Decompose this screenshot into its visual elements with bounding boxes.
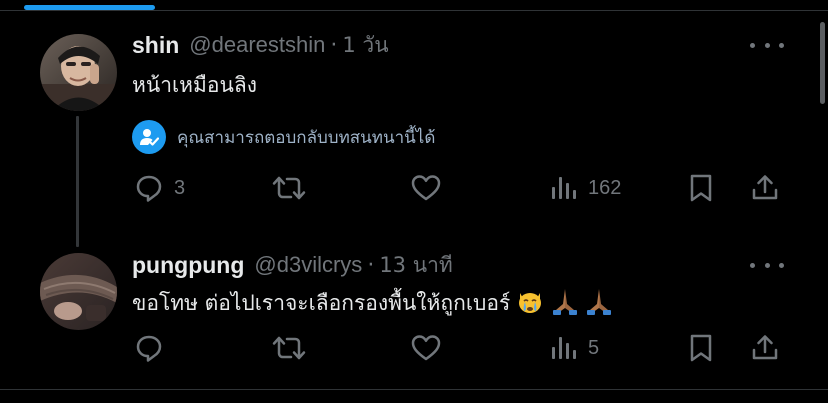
bookmark-icon [690, 334, 712, 362]
tweet-header: shin @dearestshin · 1 วัน [132, 30, 389, 60]
bookmark-button[interactable] [688, 168, 714, 208]
bookmark-icon [690, 174, 712, 202]
like-button[interactable] [410, 168, 452, 208]
timestamp[interactable]: 13 นาที [379, 249, 452, 282]
more-dot [750, 262, 755, 268]
tweet-header: pungpung @d3vilcrys · 13 นาที [132, 250, 453, 280]
retweet-icon [272, 336, 306, 360]
more-dot [750, 42, 755, 48]
share-icon [752, 175, 778, 200]
retweet-icon [272, 176, 306, 200]
more-options-button[interactable] [750, 255, 784, 275]
more-options-button[interactable] [750, 35, 784, 55]
more-dot [764, 42, 770, 48]
tweet-text: ขอโทษ ต่อไปเราจะเลือกรองพื้นให้ถูกเบอร์ [132, 290, 511, 315]
views-count: 5 [588, 336, 600, 359]
reply-button[interactable]: 3 [134, 168, 185, 208]
more-dot [764, 262, 770, 268]
thread-view: shin @dearestshin · 1 วัน หน้าเหมือนลิง … [0, 0, 828, 403]
retweet-button[interactable] [272, 168, 316, 208]
reply-button[interactable] [134, 328, 174, 368]
views-chart-icon [552, 337, 576, 359]
display-name[interactable]: shin [132, 32, 179, 59]
tweet-body: ขอโทษ ต่อไปเราจะเลือกรองพื้นให้ถูกเบอร์ [132, 286, 614, 320]
scrollbar[interactable] [820, 22, 825, 104]
more-dot [779, 42, 784, 48]
divider [0, 10, 828, 11]
tweet-actions: 3 162 [0, 168, 828, 208]
retweet-button[interactable] [272, 328, 316, 368]
reply-icon [136, 335, 162, 362]
like-button[interactable] [410, 328, 452, 368]
share-button[interactable] [750, 328, 780, 368]
divider [0, 389, 828, 390]
crying-cat-face-icon [516, 287, 544, 320]
display-name[interactable]: pungpung [132, 252, 244, 279]
reply-count: 3 [174, 176, 186, 199]
folded-hands-icon [584, 286, 614, 321]
reply-note-text: คุณสามารถตอบกลับบทสนทนานี้ได้ [177, 127, 436, 148]
folded-hands-icon [550, 286, 580, 321]
views-button[interactable]: 5 [550, 328, 599, 368]
tweet-actions: 5 [0, 328, 828, 368]
heart-icon [411, 175, 441, 201]
separator-dot: · [367, 252, 375, 278]
timestamp[interactable]: 1 วัน [342, 29, 388, 62]
heart-icon [411, 335, 441, 361]
more-dot [779, 262, 784, 268]
reply-permission-note: คุณสามารถตอบกลับบทสนทนานี้ได้ [132, 119, 435, 155]
share-button[interactable] [750, 168, 780, 208]
share-icon [752, 335, 778, 360]
user-handle[interactable]: @d3vilcrys [254, 252, 362, 278]
reply-icon [136, 175, 162, 202]
views-count: 162 [588, 176, 622, 199]
person-check-icon [132, 120, 166, 154]
views-button[interactable]: 162 [550, 168, 621, 208]
tweet-text: หน้าเหมือนลิง [132, 72, 257, 97]
avatar[interactable] [40, 34, 117, 111]
avatar[interactable] [40, 253, 117, 330]
user-handle[interactable]: @dearestshin [189, 32, 325, 58]
views-chart-icon [552, 177, 576, 199]
bookmark-button[interactable] [688, 328, 714, 368]
separator-dot: · [330, 32, 338, 58]
